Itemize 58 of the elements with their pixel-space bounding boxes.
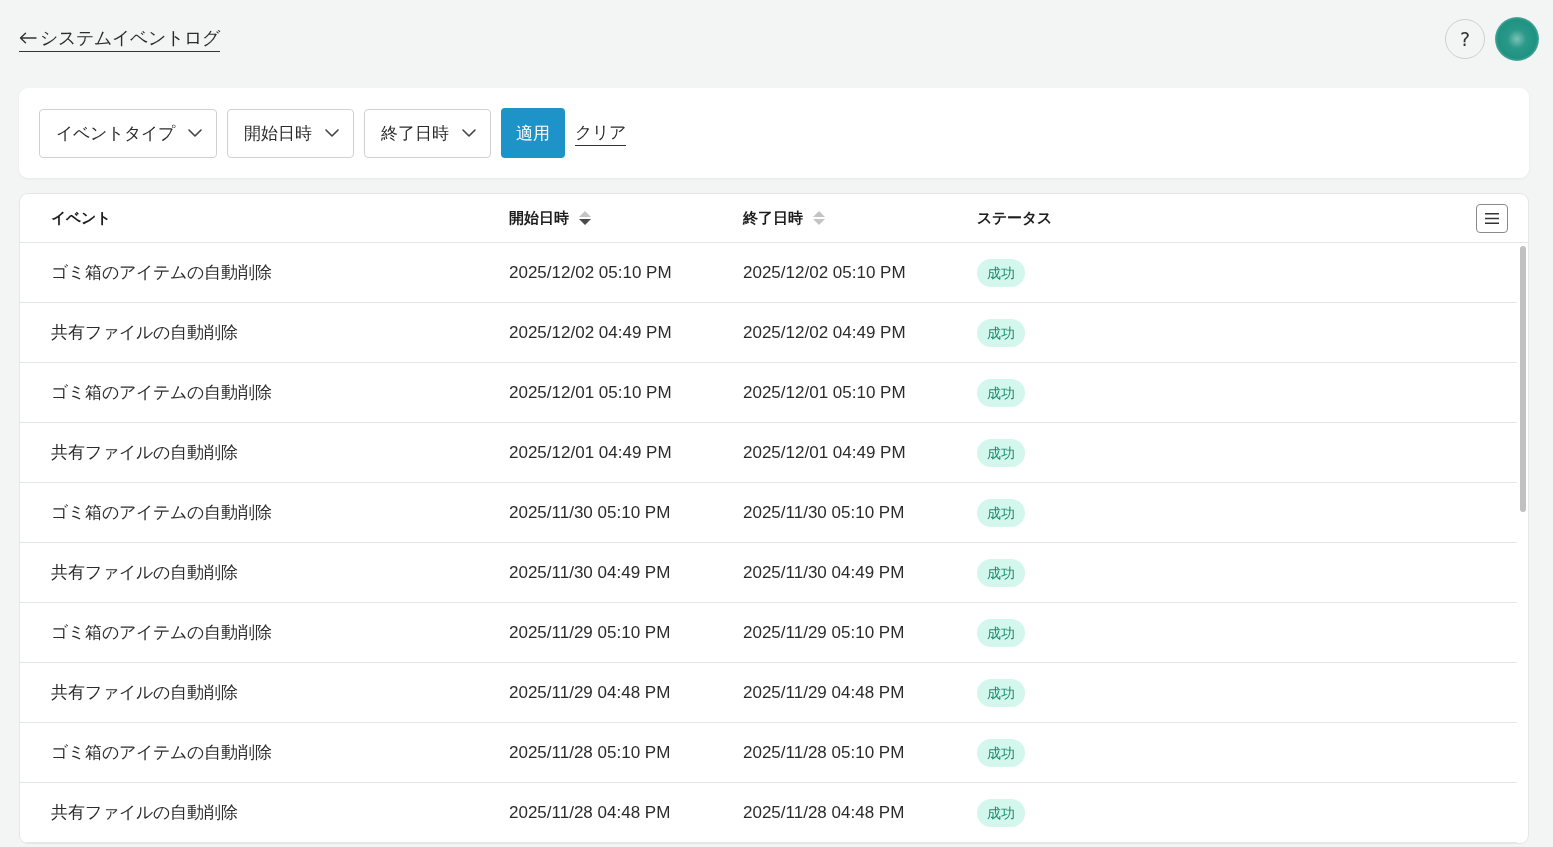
status-badge: 成功 xyxy=(977,258,1025,287)
table-cell-text: 共有ファイルの自動削除 xyxy=(51,802,238,824)
clear-link[interactable]: クリア xyxy=(575,120,626,146)
table-cell-text: ゴミ箱のアイテムの自動削除 xyxy=(51,382,272,404)
column-header: ステータス xyxy=(977,208,1052,228)
status-badge: 成功 xyxy=(977,498,1025,527)
status-badge: 成功 xyxy=(977,678,1025,707)
status-badge: 成功 xyxy=(977,558,1025,587)
table-cell: 2025/12/02 05:10 PM xyxy=(743,262,906,283)
table-cell: 2025/11/29 05:10 PM xyxy=(509,622,671,643)
filter-dropdown[interactable]: 終了日時 xyxy=(364,108,491,158)
table-cell: 2025/11/28 04:48 PM xyxy=(743,802,905,823)
status-badge: 成功 xyxy=(977,798,1025,827)
table-cell-text: ゴミ箱のアイテムの自動削除 xyxy=(51,502,272,524)
table-cell: 2025/11/29 04:48 PM xyxy=(743,682,905,703)
column-menu-button[interactable] xyxy=(1476,203,1508,233)
table-cell: 2025/11/30 05:10 PM xyxy=(743,502,905,523)
back-link[interactable]: システムイベントログ xyxy=(19,26,220,52)
table-cell: 2025/11/30 04:49 PM xyxy=(743,562,905,583)
status-badge: 成功 xyxy=(977,438,1025,467)
table-cell: 2025/12/02 05:10 PM xyxy=(509,262,672,283)
filter-dropdown[interactable]: 開始日時 xyxy=(227,108,354,158)
table-cell-text: 共有ファイルの自動削除 xyxy=(51,562,238,584)
table-cell: 2025/11/30 05:10 PM xyxy=(509,502,671,523)
table-cell: 2025/11/28 05:10 PM xyxy=(509,742,671,763)
status-badge: 成功 xyxy=(977,378,1025,407)
menu-icon xyxy=(1485,212,1499,224)
table-cell: 2025/11/29 05:10 PM xyxy=(743,622,905,643)
back-arrow-icon xyxy=(19,32,37,44)
table-cell: 2025/12/01 05:10 PM xyxy=(743,382,906,403)
table-cell: 2025/11/29 04:48 PM xyxy=(509,682,671,703)
table-cell-text: ゴミ箱のアイテムの自動削除 xyxy=(51,742,272,764)
table-cell: 2025/12/01 04:49 PM xyxy=(509,442,672,463)
chevron-down-icon xyxy=(188,129,202,137)
table-cell-text: 共有ファイルの自動削除 xyxy=(51,682,238,704)
table-cell: 2025/11/30 04:49 PM xyxy=(509,562,671,583)
status-badge: 成功 xyxy=(977,318,1025,347)
chevron-down-icon xyxy=(325,129,339,137)
table-cell: 2025/12/02 04:49 PM xyxy=(509,322,672,343)
table-cell: 2025/12/01 04:49 PM xyxy=(743,442,906,463)
column-header[interactable]: 終了日時 xyxy=(743,208,803,228)
chevron-down-icon xyxy=(462,129,476,137)
status-badge: 成功 xyxy=(977,618,1025,647)
column-header: イベント xyxy=(51,208,111,228)
table-cell: 2025/11/28 04:48 PM xyxy=(509,802,671,823)
table-cell: 2025/12/01 05:10 PM xyxy=(509,382,672,403)
table-cell-text: ゴミ箱のアイテムの自動削除 xyxy=(51,262,272,284)
table-cell-text: 共有ファイルの自動削除 xyxy=(51,322,238,344)
column-header[interactable]: 開始日時 xyxy=(509,208,569,228)
filter-dropdown[interactable]: イベントタイプ xyxy=(39,108,217,158)
table-cell-text: 共有ファイルの自動削除 xyxy=(51,442,238,464)
status-badge: 成功 xyxy=(977,738,1025,767)
table-cell: 2025/11/28 05:10 PM xyxy=(743,742,905,763)
scrollbar-thumb[interactable] xyxy=(1519,246,1526,512)
table-cell-text: ゴミ箱のアイテムの自動削除 xyxy=(51,622,272,644)
sort-icon[interactable] xyxy=(579,210,591,226)
table-cell: 2025/12/02 04:49 PM xyxy=(743,322,906,343)
avatar-icon[interactable] xyxy=(1495,16,1539,61)
